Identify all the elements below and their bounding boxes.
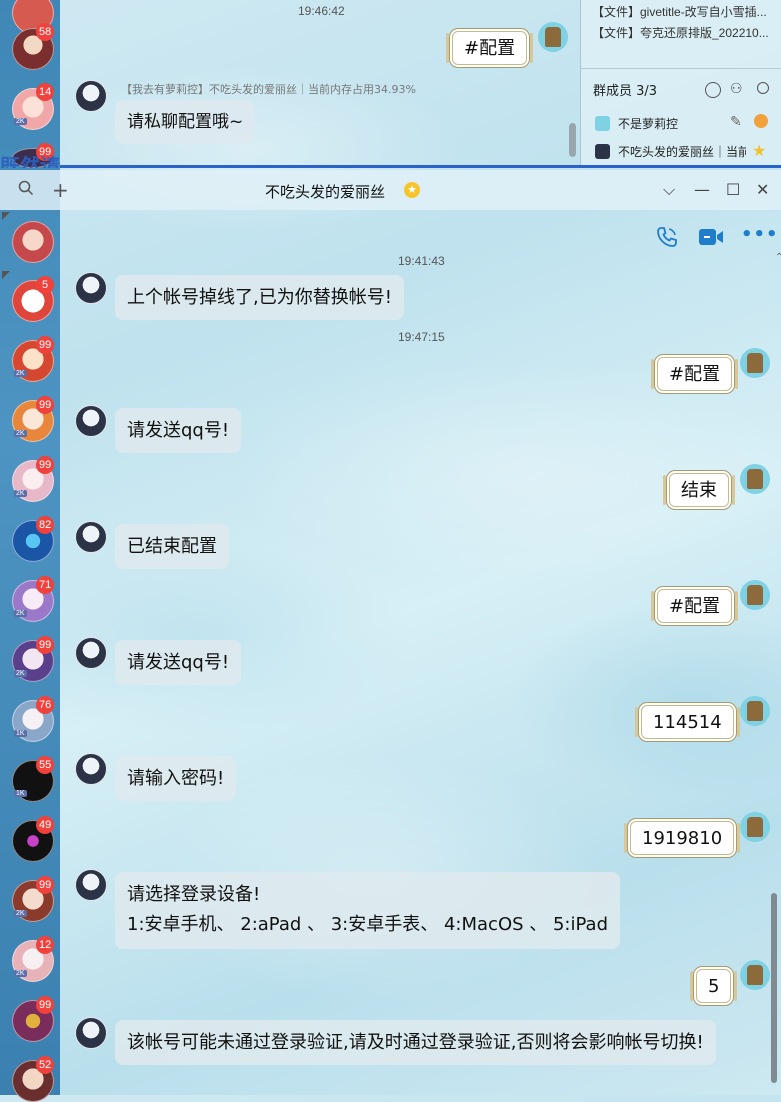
add-member-icon[interactable]: ⚇ [730, 81, 743, 97]
chat-titlebar[interactable]: + 不吃头发的爱丽丝 ★ ⌵ — ☐ ✕ [0, 170, 781, 210]
message-bubble-self[interactable]: #配置 [650, 586, 739, 626]
phone-icon[interactable] [655, 225, 679, 253]
avatar[interactable] [740, 960, 770, 990]
message-bubble-self[interactable]: #配置 [650, 354, 739, 394]
avatar[interactable] [75, 405, 107, 437]
message-bubble-self[interactable]: #配置 [445, 28, 534, 68]
conversation-sidebar[interactable]: 58 14 2K 99 既然请看 5 99 2K 99 2K 99 2K 82 … [0, 0, 60, 1102]
collapse-arrow-icon[interactable]: ⌃ [775, 252, 781, 263]
avatar[interactable] [740, 348, 770, 378]
timestamp: 19:41:43 [398, 254, 445, 268]
avatar[interactable] [75, 1017, 107, 1049]
member-avatar[interactable] [595, 144, 610, 159]
more-options-icon[interactable]: ••• [741, 224, 779, 245]
owner-icon [754, 114, 768, 128]
face-scan-icon[interactable] [705, 82, 721, 98]
message-bubble-other[interactable]: 请发送qq号! [115, 408, 242, 453]
avatar[interactable] [75, 272, 107, 304]
message-bubble-other[interactable]: 请发送qq号! [115, 640, 242, 685]
message-bubble-other[interactable]: 该帐号可能未通过登录验证,请及时通过登录验证,否则将会影响帐号切换! [115, 1020, 716, 1065]
level-tag: 1K [14, 730, 27, 737]
avatar[interactable] [75, 753, 107, 785]
window-focus-border [60, 165, 781, 168]
file-entry[interactable]: 【文件】givetitle-改写自小雪插... [592, 3, 776, 20]
message-bubble-other[interactable]: 请输入密码! [115, 756, 237, 801]
message-bubble-other[interactable]: 请选择登录设备! 1:安卓手机、 2:aPad 、 3:安卓手表、 4:MacO… [115, 872, 620, 949]
message-bubble-other[interactable]: 请私聊配置哦~ [115, 100, 256, 144]
member-avatar[interactable] [595, 116, 610, 131]
maximize-button[interactable]: ☐ [726, 180, 740, 200]
avatar[interactable] [75, 80, 107, 112]
timestamp: 19:47:15 [398, 330, 445, 344]
pin-mark [2, 212, 10, 220]
member-name[interactable]: 不吃头发的爱丽丝｜当前 [618, 143, 746, 160]
level-tag: 2K [14, 490, 27, 497]
level-tag: 2K [14, 910, 27, 917]
avatar[interactable] [538, 22, 568, 52]
member-name[interactable]: 不是萝莉控 [618, 115, 678, 132]
scrollbar[interactable] [569, 123, 576, 157]
message-bubble-self[interactable]: 结束 [663, 470, 735, 510]
close-button[interactable]: ✕ [756, 180, 769, 200]
message-bubble-other[interactable]: 上个帐号掉线了,已为你替换帐号! [115, 275, 404, 320]
chat-title: 不吃头发的爱丽丝 [265, 183, 386, 201]
edit-icon[interactable]: ✎ [730, 114, 742, 130]
level-tag: 2K [14, 430, 27, 437]
panel-separator [581, 68, 781, 69]
sender-name: 【我去有萝莉控】不吃头发的爱丽丝｜当前内存占用34.93% [121, 83, 416, 96]
plus-icon[interactable]: + [52, 180, 69, 200]
unread-badge: 5 [36, 276, 54, 294]
vip-star-icon: ★ [404, 182, 420, 198]
level-tag: 2K [14, 670, 27, 677]
video-call-icon[interactable] [698, 227, 724, 251]
message-bubble-self[interactable]: 5 [689, 966, 738, 1006]
avatar[interactable] [740, 464, 770, 494]
dropdown-button[interactable]: ⌵ [663, 180, 675, 200]
avatar[interactable] [740, 696, 770, 726]
level-tag: 1K [14, 790, 27, 797]
avatar[interactable] [740, 812, 770, 842]
avatar[interactable] [75, 869, 107, 901]
minimize-button[interactable]: — [694, 180, 710, 200]
avatar[interactable] [740, 580, 770, 610]
panel-divider [580, 0, 581, 168]
timestamp: 19:46:42 [298, 4, 345, 18]
star-icon: ★ [752, 141, 767, 160]
level-tag: 2K [14, 118, 27, 125]
level-tag: 2K [14, 370, 27, 377]
message-bubble-other[interactable]: 已结束配置 [115, 524, 229, 569]
search-icon[interactable] [757, 82, 769, 94]
avatar[interactable] [75, 637, 107, 669]
level-tag: 2K [14, 610, 27, 617]
level-tag: 2K [14, 970, 27, 977]
message-line: 请选择登录设备! [127, 884, 261, 905]
message-line: 1:安卓手机、 2:aPad 、 3:安卓手表、 4:MacOS 、 5:iPa… [127, 914, 608, 935]
search-icon[interactable] [18, 180, 34, 201]
avatar[interactable] [75, 521, 107, 553]
message-bubble-self[interactable]: 1919810 [623, 818, 741, 858]
message-bubble-self[interactable]: 114514 [635, 702, 740, 742]
members-title: 群成员 3/3 [593, 84, 658, 99]
chat-scrollbar[interactable] [771, 893, 777, 1083]
conversation-avatar[interactable] [12, 221, 54, 263]
pin-mark [2, 271, 10, 279]
file-entry[interactable]: 【文件】夸克还原排版_202210... [592, 24, 776, 41]
ghost-title-text: 既然请看 [0, 154, 60, 168]
